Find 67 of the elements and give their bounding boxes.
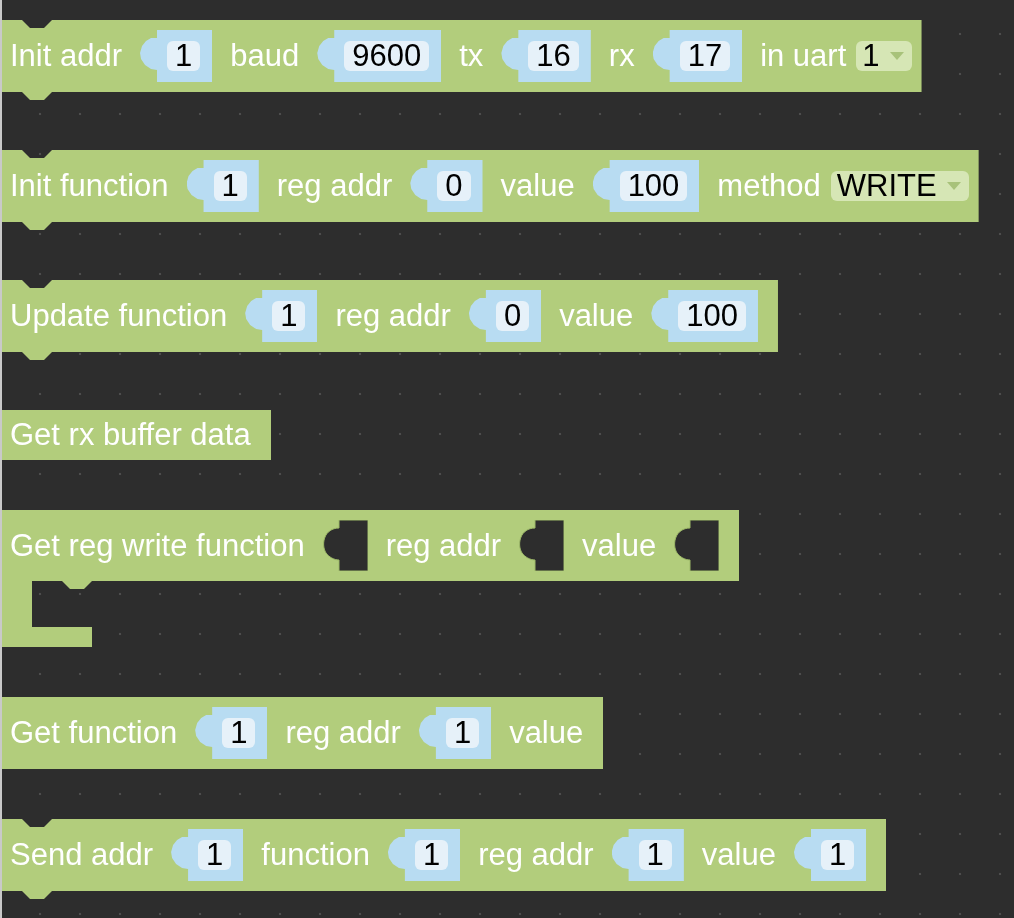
number-block[interactable]: 1 (418, 707, 492, 759)
block-label: Get reg write function (10, 530, 305, 561)
number-field[interactable]: 1 (445, 718, 480, 748)
number-field[interactable]: 1 (638, 840, 672, 870)
block-label: value (559, 301, 634, 331)
number-field[interactable]: 0 (495, 301, 530, 331)
number-block[interactable]: 1 (387, 829, 461, 881)
number-field[interactable]: 1 (820, 840, 855, 870)
block-label: value (701, 840, 776, 870)
empty-input-slot (322, 520, 368, 571)
number-field[interactable]: 9600 (344, 41, 430, 71)
block-label: reg addr (276, 171, 393, 201)
block-label: value (500, 171, 575, 201)
code-block[interactable]: Init function 1 reg addr 0 value 100 method WRITE (2, 150, 979, 230)
block-label: Init addr (10, 41, 122, 71)
number-block[interactable]: 0 (468, 290, 542, 342)
block-label: in uart (760, 41, 847, 71)
number-block[interactable]: 100 (651, 290, 758, 342)
block-label: Update function (10, 301, 228, 331)
dropdown[interactable]: 1 (856, 41, 912, 71)
block-label: tx (459, 41, 484, 71)
number-field[interactable]: 1 (213, 171, 247, 201)
empty-input-slot (674, 520, 720, 571)
number-field[interactable]: 1 (167, 41, 201, 71)
block-label: reg addr (385, 530, 502, 561)
block-label: Get rx buffer data (10, 420, 251, 450)
number-field[interactable]: 17 (679, 41, 731, 71)
caret-icon (946, 182, 961, 190)
number-block[interactable]: 9600 (317, 30, 442, 82)
number-block[interactable]: 1 (186, 160, 259, 212)
number-block[interactable]: 1 (140, 30, 213, 82)
caret-icon (889, 52, 904, 60)
block-label: Send addr (10, 840, 154, 870)
number-field[interactable]: 100 (619, 171, 688, 201)
code-block[interactable]: Init addr 1 baud 9600 tx 16 rx 17 in uart 1 (2, 20, 922, 100)
block-label: value (509, 718, 584, 748)
block-label: Get function (10, 718, 178, 748)
number-field[interactable]: 1 (198, 840, 232, 870)
block-label: reg addr (478, 840, 594, 870)
block-label: reg addr (335, 301, 451, 331)
number-block[interactable]: 1 (195, 707, 268, 759)
block-label: method (717, 171, 821, 201)
block-label: Init function (10, 171, 169, 201)
number-block[interactable]: 1 (171, 829, 244, 881)
dropdown[interactable]: WRITE (830, 171, 969, 201)
number-field[interactable]: 1 (414, 840, 449, 870)
code-block[interactable]: Update function 1 reg addr 0 value 100 (2, 280, 778, 360)
number-block[interactable]: 17 (652, 30, 743, 82)
block-label: function (261, 840, 370, 870)
number-field[interactable]: 100 (678, 301, 746, 331)
block-label: reg addr (285, 718, 401, 748)
code-block[interactable]: Send addr 1 function 1 reg addr 1 value 1 (2, 819, 887, 899)
number-field[interactable]: 1 (222, 718, 256, 748)
code-block[interactable]: Get function 1 reg addr 1 value (2, 697, 604, 769)
number-block[interactable]: 0 (410, 160, 483, 212)
number-block[interactable]: 100 (592, 160, 700, 212)
number-field[interactable]: 1 (272, 301, 306, 331)
number-block[interactable]: 1 (611, 829, 684, 881)
block-label: rx (608, 41, 635, 71)
number-block[interactable]: 1 (245, 290, 318, 342)
number-block[interactable]: 16 (501, 30, 591, 82)
number-field[interactable]: 16 (528, 41, 579, 71)
empty-input-slot (519, 520, 565, 571)
number-field[interactable]: 0 (437, 171, 471, 201)
block-label: value (582, 530, 657, 561)
number-block[interactable]: 1 (793, 829, 867, 881)
block-label: baud (230, 41, 300, 71)
